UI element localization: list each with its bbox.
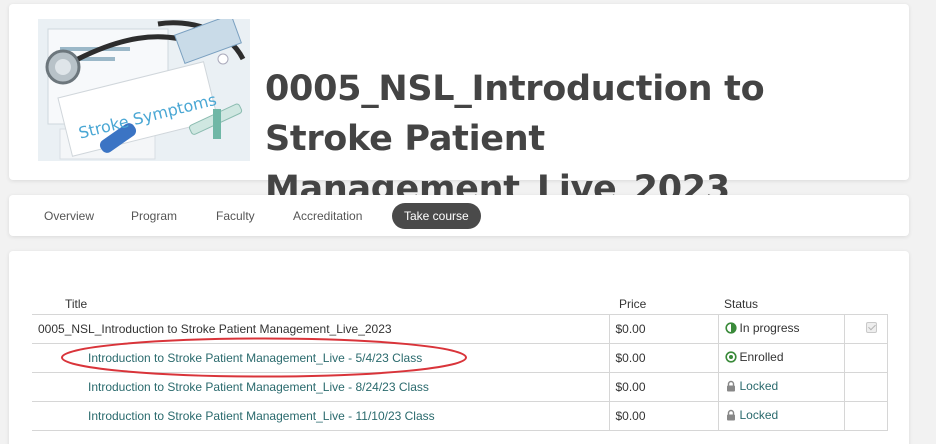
course-title: 0005_NSL_Introduction to Stroke Patient …: [265, 69, 765, 209]
tab-program[interactable]: Program: [119, 203, 189, 229]
status-text: Enrolled: [739, 350, 784, 364]
course-header-card: Stroke Symptoms 0005_NSL_Introduction to…: [9, 4, 909, 209]
status-text: Locked: [739, 379, 779, 393]
tab-overview[interactable]: Overview: [32, 203, 106, 229]
lock-icon: [725, 409, 737, 421]
class-link[interactable]: Introduction to Stroke Patient Managemen…: [88, 380, 429, 394]
half-circle-icon: [724, 322, 737, 334]
status-badge: In progress: [724, 321, 800, 335]
status-badge: Enrolled: [724, 350, 784, 364]
row-price: $0.00: [608, 401, 719, 431]
lock-icon: [725, 380, 737, 392]
table-row: 0005_NSL_Introduction to Stroke Patient …: [32, 314, 888, 344]
column-header-status: Status: [724, 297, 759, 311]
status-text: In progress: [739, 321, 800, 335]
row-title: 0005_NSL_Introduction to Stroke Patient …: [32, 314, 610, 344]
course-thumbnail-image: Stroke Symptoms: [38, 19, 250, 161]
column-header-title: Title: [65, 297, 88, 311]
status-badge: Locked: [725, 379, 779, 393]
column-header-price: Price: [619, 297, 647, 311]
class-link[interactable]: Introduction to Stroke Patient Managemen…: [88, 351, 422, 365]
status-badge: Locked: [725, 408, 779, 422]
table-row: Introduction to Stroke Patient Managemen…: [32, 343, 888, 373]
row-price: $0.00: [608, 343, 719, 373]
table-row: Introduction to Stroke Patient Managemen…: [32, 401, 888, 431]
target-circle-icon: [724, 351, 737, 363]
row-price: $0.00: [608, 314, 719, 344]
row-price: $0.00: [608, 372, 719, 402]
completion-checkbox[interactable]: [865, 322, 877, 333]
tab-faculty[interactable]: Faculty: [204, 203, 267, 229]
table-row: Introduction to Stroke Patient Managemen…: [32, 372, 888, 402]
status-text: Locked: [739, 408, 779, 422]
class-link[interactable]: Introduction to Stroke Patient Managemen…: [88, 409, 435, 423]
course-table: 0005_NSL_Introduction to Stroke Patient …: [32, 314, 888, 431]
take-course-panel: Title Price Status 0005_NSL_Introduction…: [9, 251, 909, 444]
tab-accreditation[interactable]: Accreditation: [281, 203, 374, 229]
tab-take-course[interactable]: Take course: [392, 203, 481, 229]
stroke-symptoms-illustration: Stroke Symptoms: [38, 19, 250, 161]
course-tabs: Overview Program Faculty Accreditation T…: [9, 195, 909, 236]
